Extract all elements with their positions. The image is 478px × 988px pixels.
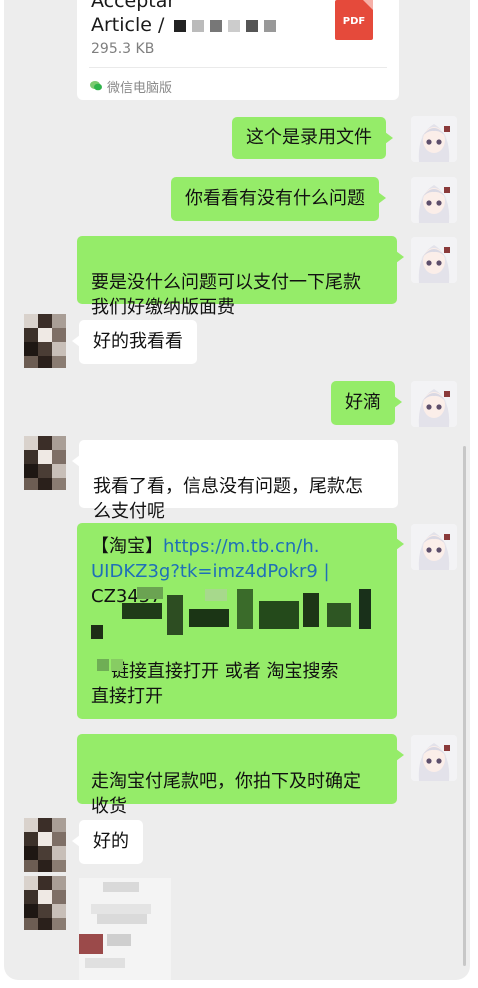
anime-girl-avatar[interactable]: [411, 524, 457, 570]
anime-girl-avatar[interactable]: [411, 735, 457, 781]
message-bubble-incoming[interactable]: 好的: [72, 820, 143, 864]
message-bubble-outgoing[interactable]: 你看看有没有什么问题: [171, 177, 386, 221]
message-bubble-outgoing[interactable]: 好滴: [331, 381, 402, 425]
scrollbar[interactable]: [463, 446, 466, 966]
anime-girl-avatar-image: [411, 116, 457, 162]
taobao-link-message[interactable]: 【淘宝】https://m.tb.cn/h. UIDKZ3g?tk=imz4dP…: [77, 523, 404, 719]
file-size: 295.3 KB: [91, 41, 155, 57]
file-message-card[interactable]: Acceptar Article / PDF 295.3 KB 微信电脑版: [77, 0, 399, 100]
avatar-mosaic: [24, 876, 66, 930]
anime-girl-avatar[interactable]: [411, 237, 457, 283]
taobao-link-line1: 【淘宝】https://m.tb.cn/h.: [91, 534, 383, 559]
avatar-mosaic: [24, 314, 66, 368]
pixelated-contact-avatar[interactable]: [24, 314, 66, 368]
anime-girl-avatar-image: [411, 524, 457, 570]
anime-girl-avatar-image: [411, 735, 457, 781]
pixelated-contact-avatar[interactable]: [24, 436, 66, 490]
message-bubble-outgoing[interactable]: 走淘宝付尾款吧，你拍下及时确定 收货: [77, 734, 404, 817]
message-text: 好的我看看: [93, 331, 183, 352]
anime-girl-avatar[interactable]: [411, 116, 457, 162]
anime-girl-avatar[interactable]: [411, 381, 457, 427]
divider: [89, 67, 387, 68]
file-title-line2-wrap: Article /: [91, 12, 282, 39]
anime-girl-avatar-image: [411, 237, 457, 283]
avatar-mosaic: [24, 818, 66, 872]
file-source-label: 微信电脑版: [107, 81, 173, 96]
redacted-mosaic: [91, 575, 387, 671]
message-text: 这个是录用文件: [246, 127, 372, 148]
message-text: 你看看有没有什么问题: [185, 188, 365, 209]
taobao-tag: 【淘宝】: [91, 536, 163, 557]
message-text: 我看了看，信息没有问题，尾款怎 么支付呢: [93, 476, 363, 522]
blurred-image-message[interactable]: [79, 878, 171, 980]
redacted-filename: [174, 13, 282, 39]
taobao-instruction-line2: 直接打开: [91, 686, 163, 707]
anime-girl-avatar[interactable]: [411, 177, 457, 223]
message-text: 走淘宝付尾款吧，你拍下及时确定 收货: [91, 771, 361, 817]
message-bubble-outgoing[interactable]: 这个是录用文件: [232, 117, 393, 159]
anime-girl-avatar-image: [411, 381, 457, 427]
message-text: 要是没什么问题可以支付一下尾款 我们好缴纳版面费: [91, 272, 361, 318]
message-text: 好的: [93, 831, 129, 852]
anime-girl-avatar-image: [411, 177, 457, 223]
wechat-icon: [90, 81, 102, 91]
pixelated-contact-avatar[interactable]: [24, 818, 66, 872]
message-bubble-incoming[interactable]: 我看了看，信息没有问题，尾款怎 么支付呢: [72, 440, 398, 522]
message-bubble-incoming[interactable]: 好的我看看: [72, 320, 197, 364]
message-bubble-outgoing[interactable]: 要是没什么问题可以支付一下尾款 我们好缴纳版面费: [77, 236, 404, 318]
file-title-line2: Article /: [91, 14, 165, 36]
pixelated-contact-avatar[interactable]: [24, 876, 66, 930]
chat-screen: Acceptar Article / PDF 295.3 KB 微信电脑版 这个…: [4, 0, 470, 980]
pdf-file-icon: PDF: [335, 0, 373, 40]
message-text: 好滴: [345, 392, 381, 413]
avatar-mosaic: [24, 436, 66, 490]
taobao-url-part1[interactable]: https://m.tb.cn/h.: [163, 536, 319, 557]
